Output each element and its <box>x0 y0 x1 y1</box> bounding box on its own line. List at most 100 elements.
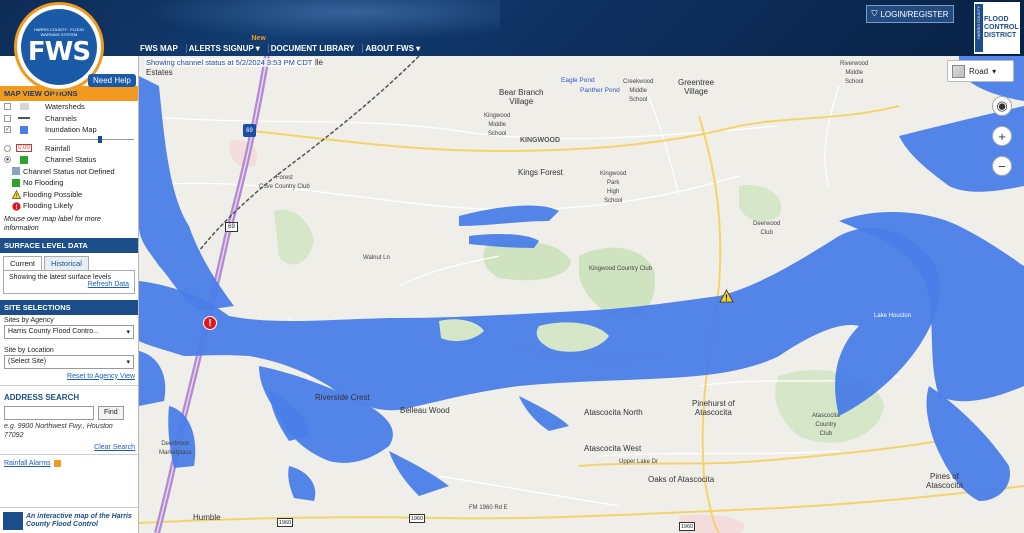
new-badge: New <box>251 34 266 42</box>
legend-swatch-green <box>12 178 20 187</box>
nav-fws-map[interactable]: FWS MAP <box>138 43 187 53</box>
surface-tab-panel: Showing the latest surface levels Refres… <box>3 269 135 294</box>
map-label: Atascocita Country Club <box>812 413 840 437</box>
locate-icon[interactable]: ◉ <box>992 96 1012 116</box>
layer-inundation[interactable]: ✓ Inundation Map <box>0 124 138 136</box>
legend-swatch-grey <box>12 167 20 176</box>
shield-icon: ⛉ <box>871 9 878 18</box>
nav-alerts-label: ALERTS SIGNUP ▾ <box>188 43 260 53</box>
zoom-in-button[interactable]: + <box>992 126 1012 146</box>
map-label: Belleau Wood <box>400 406 450 415</box>
map-label: lle <box>315 58 324 67</box>
tab-current[interactable]: Current <box>3 255 43 270</box>
map-label: Greentree Village <box>678 78 715 96</box>
highway-shield: 1960 <box>409 514 425 523</box>
map-label: Pinehurst of Atascocita <box>692 399 735 417</box>
inundation-checkbox[interactable]: ✓ <box>4 126 11 134</box>
rss-icon[interactable] <box>53 459 61 467</box>
legend-not-defined: Channel Status not Defined <box>0 166 138 178</box>
watersheds-label: Watersheds <box>45 102 85 112</box>
map-label: Kingwood Park High School <box>600 171 627 204</box>
map-label: Kingwood Country Club <box>589 266 653 272</box>
map-label: Bear Branch Village <box>499 88 544 106</box>
promo-text: An interactive map of the Harris County … <box>26 512 132 528</box>
site-selections-title: SITE SELECTIONS <box>0 299 138 315</box>
rainfall-label: Rainfall <box>45 143 71 153</box>
need-help-button[interactable]: Need Help <box>88 74 136 87</box>
agency-select[interactable]: Harris County Flood Contro... ▾ <box>4 324 134 339</box>
map-label: Deerwood Club <box>753 221 781 236</box>
reset-agency-link[interactable]: Reset to Agency View <box>67 373 135 380</box>
map-label: Pines of Atascocita <box>926 472 963 490</box>
layer-rainfall[interactable]: 0.00 Rainfall <box>0 143 138 155</box>
map-canvas[interactable]: Showing channel status at 5/2/2024 3:53 … <box>139 56 1024 533</box>
login-label: LOGIN/REGISTER <box>880 9 949 19</box>
svg-text:!: ! <box>15 204 17 211</box>
nav-document-library[interactable]: DOCUMENT LIBRARY <box>269 43 364 53</box>
map-label: Atascocita North <box>584 408 643 417</box>
channels-swatch <box>17 117 31 120</box>
legend-label: Channel Status not Defined <box>23 166 115 176</box>
inundation-swatch <box>17 125 31 134</box>
inundation-opacity-slider[interactable] <box>0 135 138 143</box>
rainfall-alarms-link[interactable]: Rainfall Alarms <box>4 460 51 467</box>
nav-about-fws[interactable]: ABOUT FWS ▾ <box>363 44 428 53</box>
hcfcd-small-logo <box>3 511 23 530</box>
hcfcd-logo[interactable]: HARRIS COUNTY FLOOD CONTROL DISTRICT <box>974 2 1020 54</box>
map-graphics <box>139 56 1024 533</box>
find-button[interactable]: Find <box>98 405 124 420</box>
map-label: Riverwood Middle School <box>840 61 869 85</box>
map-label: Deerbrook Marketplace <box>159 441 192 456</box>
mouse-over-note: Mouse over map label for more informatio… <box>4 215 101 232</box>
channel-status-radio[interactable]: ● <box>4 156 11 164</box>
header-bar: FWS MAP ALERTS SIGNUP ▾ New DOCUMENT LIBR… <box>0 0 1024 56</box>
channels-label: Channels <box>45 113 77 123</box>
nav-document-library-label: DOCUMENT LIBRARY <box>270 43 355 53</box>
header-storm-graphic <box>140 0 500 40</box>
address-input[interactable] <box>4 405 94 420</box>
legend-flooding-likely: ! Flooding Likely <box>0 200 138 212</box>
map-label: Kingwood Middle School <box>484 113 511 137</box>
zoom-out-button[interactable]: − <box>992 156 1012 176</box>
fws-logo-ring-text: HARRIS COUNTY · FLOOD WARNING SYSTEM <box>33 27 85 37</box>
refresh-data-link[interactable]: Refresh Data <box>88 281 129 288</box>
map-label: Lake Houston <box>874 313 912 319</box>
surface-level-title: SURFACE LEVEL DATA <box>0 237 138 253</box>
map-type-thumbnail <box>952 64 965 78</box>
map-label: Humble <box>193 513 221 522</box>
layer-channel-status[interactable]: ● Channel Status <box>0 154 138 166</box>
svg-text:!: ! <box>725 294 728 303</box>
channels-checkbox[interactable] <box>4 114 11 122</box>
hcfcd-side-text: HARRIS COUNTY <box>976 6 981 40</box>
promo-banner[interactable]: An interactive map of the Harris County … <box>0 507 138 533</box>
map-label: Panther Pond <box>580 87 620 94</box>
svg-text:!: ! <box>16 194 18 199</box>
divider <box>0 453 138 455</box>
clear-search-link[interactable]: Clear Search <box>94 444 135 451</box>
address-search-title: ADDRESS SEARCH <box>4 392 80 402</box>
login-register-button[interactable]: ⛉ LOGIN/REGISTER <box>866 5 954 23</box>
watersheds-swatch <box>17 103 31 111</box>
inundation-label: Inundation Map <box>45 125 97 135</box>
nav-alerts-signup[interactable]: ALERTS SIGNUP ▾ New <box>187 35 269 53</box>
flooding-likely-marker[interactable]: ! <box>203 316 217 330</box>
map-label: Creekwood Middle School <box>623 79 654 103</box>
channel-status-timestamp: Showing channel status at 5/2/2024 3:53 … <box>144 58 315 67</box>
map-label: Oaks of Atascocita <box>648 475 715 484</box>
slider-handle[interactable] <box>98 135 102 143</box>
channel-status-swatch <box>17 155 31 164</box>
location-select[interactable]: (Select Site) ▾ <box>4 354 134 369</box>
layer-channels[interactable]: Channels <box>0 113 138 125</box>
address-search-row: Find <box>0 405 138 420</box>
surface-status-text: Showing the latest surface levels <box>9 273 111 281</box>
rainfall-radio[interactable] <box>4 144 11 152</box>
map-label: Forest Cove Country Club <box>259 175 310 190</box>
map-type-button[interactable]: Road ▾ <box>947 60 1014 82</box>
watersheds-checkbox[interactable] <box>4 103 11 111</box>
legend-label: Flooding Likely <box>23 201 74 211</box>
highway-shield: 1960 <box>277 518 293 527</box>
legend-label: No Flooding <box>23 178 64 188</box>
tab-historical[interactable]: Historical <box>44 255 89 270</box>
layer-watersheds[interactable]: Watersheds <box>0 101 138 113</box>
fws-logo-inner: HARRIS COUNTY · FLOOD WARNING SYSTEM FWS <box>21 9 97 85</box>
